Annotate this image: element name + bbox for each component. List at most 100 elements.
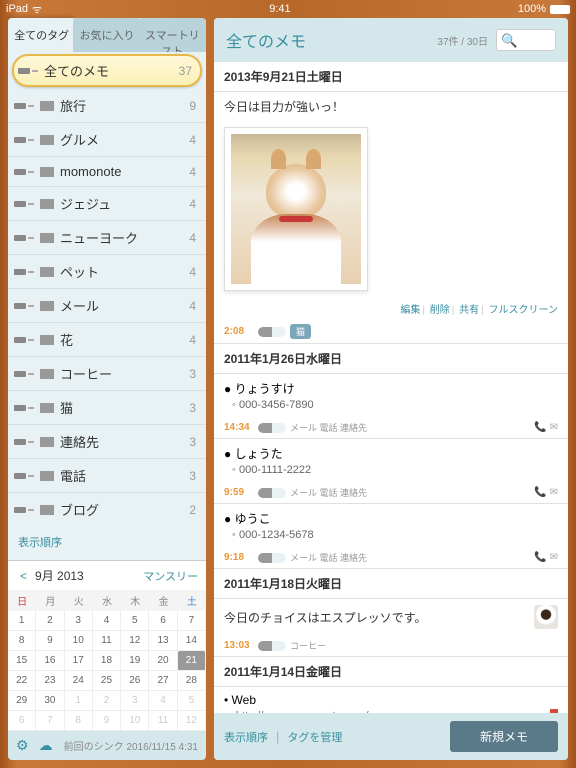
- tag-item[interactable]: ニューヨーク4: [8, 221, 206, 255]
- tag-color: [40, 167, 54, 177]
- coffee-thumbnail: [534, 605, 558, 629]
- cal-day[interactable]: 2: [36, 611, 64, 631]
- tag-icon: [14, 233, 34, 243]
- cal-day[interactable]: 2: [93, 691, 121, 711]
- cal-day[interactable]: 4: [93, 611, 121, 631]
- memo-body-text: 今日のチョイスはエスプレッソです。: [214, 599, 568, 635]
- memo-meta-row[interactable]: 2:08 猫: [214, 320, 568, 344]
- cal-day[interactable]: 17: [65, 651, 93, 671]
- cal-day[interactable]: 11: [93, 631, 121, 651]
- tag-item[interactable]: メール4: [8, 289, 206, 323]
- cal-day[interactable]: 1: [65, 691, 93, 711]
- cal-day[interactable]: 6: [8, 711, 36, 731]
- cal-day[interactable]: 24: [65, 671, 93, 691]
- cal-day[interactable]: 16: [36, 651, 64, 671]
- memo-meta-row[interactable]: 14:34 メール 電話 連絡先 📞 ✉: [214, 417, 568, 439]
- edit-link[interactable]: 編集: [400, 305, 420, 316]
- gear-icon[interactable]: ⚙: [16, 737, 29, 754]
- cal-day[interactable]: 3: [121, 691, 149, 711]
- cal-day[interactable]: 10: [121, 711, 149, 731]
- cal-day[interactable]: 1: [8, 611, 36, 631]
- footer-manage-tags-link[interactable]: タグを管理: [287, 729, 342, 745]
- tag-color: [40, 101, 54, 111]
- tag-item[interactable]: 猫3: [8, 391, 206, 425]
- cal-day[interactable]: 4: [149, 691, 177, 711]
- tag-item[interactable]: 電話3: [8, 459, 206, 493]
- tag-item[interactable]: コーヒー3: [8, 357, 206, 391]
- memo-image[interactable]: [224, 127, 368, 291]
- meta-slider[interactable]: [258, 423, 286, 433]
- delete-link[interactable]: 削除: [430, 305, 450, 316]
- new-memo-button[interactable]: 新規メモ: [450, 721, 558, 752]
- tag-item[interactable]: 連絡先3: [8, 425, 206, 459]
- bookmark-icon: [550, 709, 558, 713]
- cal-day[interactable]: 22: [8, 671, 36, 691]
- cal-view-type[interactable]: マンスリー: [143, 568, 198, 584]
- tab-favorites[interactable]: お気に入り: [73, 18, 140, 52]
- tag-item[interactable]: 旅行9: [8, 89, 206, 123]
- cal-day[interactable]: 6: [149, 611, 177, 631]
- cal-day[interactable]: 10: [65, 631, 93, 651]
- tag-list: 全てのメモ 37 旅行9 グルメ4 momonote4 ジェジュ4 ニューヨーク…: [8, 52, 206, 524]
- memo-date-header: 2011年1月26日水曜日: [214, 344, 568, 374]
- tag-color: [40, 369, 54, 379]
- footer-sort-link[interactable]: 表示順序: [224, 729, 268, 745]
- cal-day[interactable]: 28: [178, 671, 206, 691]
- memo-meta-row[interactable]: 13:03 コーヒー: [214, 635, 568, 657]
- tag-item[interactable]: 花4: [8, 323, 206, 357]
- cal-day[interactable]: 12: [121, 631, 149, 651]
- cal-day[interactable]: 26: [121, 671, 149, 691]
- tag-item[interactable]: momonote4: [8, 157, 206, 187]
- tag-icon: [14, 369, 34, 379]
- cal-day[interactable]: 18: [93, 651, 121, 671]
- cal-day[interactable]: 15: [8, 651, 36, 671]
- cal-day[interactable]: 7: [178, 611, 206, 631]
- cloud-icon[interactable]: ☁: [39, 737, 53, 754]
- cal-day[interactable]: 20: [149, 651, 177, 671]
- tag-item[interactable]: ジェジュ4: [8, 187, 206, 221]
- cal-day[interactable]: 29: [8, 691, 36, 711]
- cal-day[interactable]: 7: [36, 711, 64, 731]
- cal-day[interactable]: 5: [178, 691, 206, 711]
- tag-item[interactable]: グルメ4: [8, 123, 206, 157]
- tab-smartlist[interactable]: スマートリスト: [139, 18, 206, 52]
- cal-day[interactable]: 8: [65, 711, 93, 731]
- cal-day[interactable]: 8: [8, 631, 36, 651]
- tag-icon: [14, 471, 34, 481]
- meta-slider[interactable]: [258, 488, 286, 498]
- cal-day[interactable]: 25: [93, 671, 121, 691]
- tag-color: [40, 505, 54, 515]
- cal-day[interactable]: 30: [36, 691, 64, 711]
- memo-meta-row[interactable]: 9:18 メール 電話 連絡先 📞 ✉: [214, 547, 568, 569]
- sort-order-link[interactable]: 表示順序: [8, 524, 206, 560]
- cal-day[interactable]: 3: [65, 611, 93, 631]
- memo-time: 2:08: [224, 326, 254, 337]
- cal-day[interactable]: 9: [93, 711, 121, 731]
- tag-item[interactable]: ブログ2: [8, 493, 206, 524]
- cal-day[interactable]: 13: [149, 631, 177, 651]
- tag-count: 37: [179, 64, 192, 78]
- memo-list[interactable]: 2013年9月21日土曜日 今日は目力が強いっ！ 編集| 削除| 共有| フルス…: [214, 62, 568, 713]
- tag-item[interactable]: ペット4: [8, 255, 206, 289]
- tag-item-all-memos[interactable]: 全てのメモ 37: [12, 54, 202, 87]
- meta-slider[interactable]: [258, 553, 286, 563]
- cal-day[interactable]: 27: [149, 671, 177, 691]
- cal-day[interactable]: 12: [178, 711, 206, 731]
- cal-day[interactable]: 14: [178, 631, 206, 651]
- battery-label: 100%: [518, 3, 546, 15]
- meta-slider[interactable]: [258, 327, 286, 337]
- tab-all-tags[interactable]: 全てのタグ: [8, 18, 75, 52]
- cal-day[interactable]: 21: [178, 651, 206, 671]
- memo-phone: ◦ 000-3456-7890: [214, 399, 568, 417]
- cal-day[interactable]: 9: [36, 631, 64, 651]
- cal-day[interactable]: 23: [36, 671, 64, 691]
- meta-slider[interactable]: [258, 641, 286, 651]
- cal-day[interactable]: 11: [149, 711, 177, 731]
- cal-day[interactable]: 5: [121, 611, 149, 631]
- share-link[interactable]: 共有: [459, 305, 479, 316]
- cal-prev[interactable]: <: [16, 569, 31, 583]
- search-input[interactable]: [496, 29, 556, 51]
- cal-day[interactable]: 19: [121, 651, 149, 671]
- fullscreen-link[interactable]: フルスクリーン: [489, 305, 559, 316]
- memo-meta-row[interactable]: 9:59 メール 電話 連絡先 📞 ✉: [214, 482, 568, 504]
